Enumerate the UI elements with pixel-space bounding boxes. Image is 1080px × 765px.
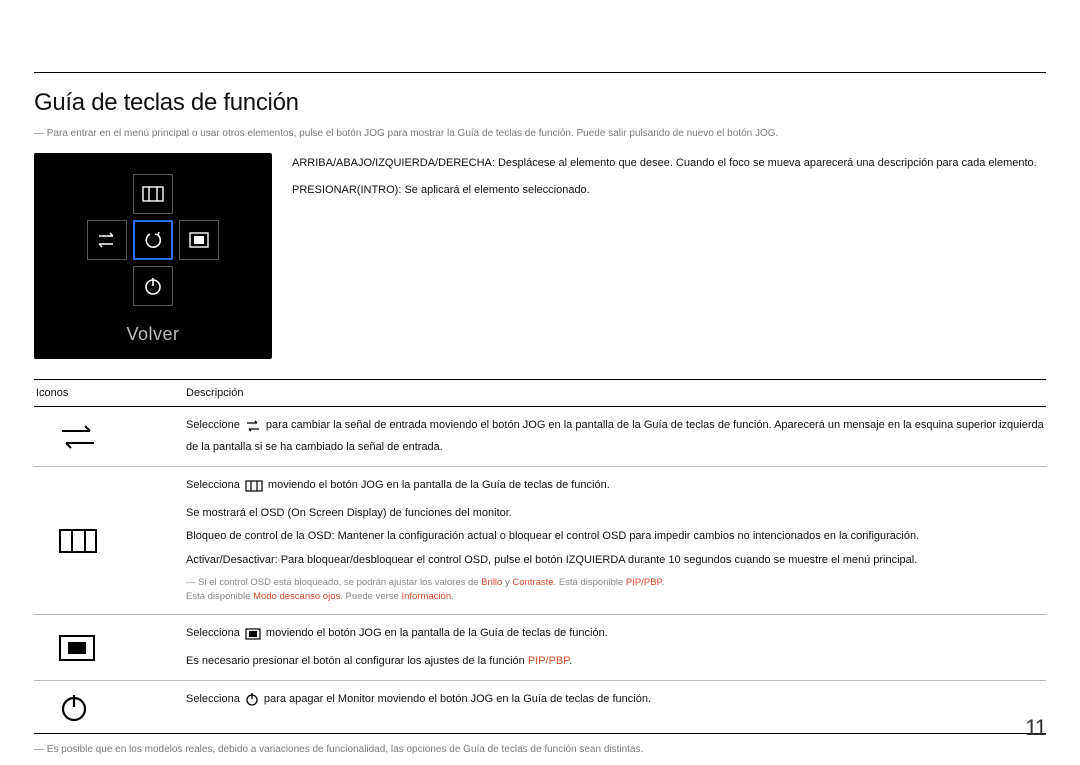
menu-bars-icon [245, 480, 263, 499]
menu-bars-icon [58, 527, 98, 555]
press-instruction: PRESIONAR(INTRO): Se aplicará el element… [292, 182, 1046, 199]
top-instructions: ARRIBA/ABAJO/IZQUIERDA/DERECHA: Despláce… [292, 153, 1046, 359]
osd-nav-down [133, 266, 173, 306]
table-row: Selecciona para apagar el Monitor movien… [34, 681, 1046, 734]
menu-bars-icon [142, 186, 164, 202]
osd-nav-up [133, 174, 173, 214]
row-icon-pip [34, 625, 184, 670]
row-power-text: Selecciona para apagar el Monitor movien… [186, 691, 1046, 713]
power-icon [245, 692, 259, 713]
source-swap-icon [96, 231, 118, 249]
row-menu-p2: Se mostrará el OSD (On Screen Display) d… [186, 505, 1046, 523]
nav-instruction: ARRIBA/ABAJO/IZQUIERDA/DERECHA: Despláce… [292, 155, 1046, 172]
osd-nav-right [179, 220, 219, 260]
row-pip-p1: Selecciona moviendo el botón JOG en la p… [186, 625, 1046, 647]
osd-preview: Volver [34, 153, 272, 359]
row-menu-p4: Activar/Desactivar: Para bloquear/desblo… [186, 552, 1046, 570]
table-row: Selecciona moviendo el botón JOG en la p… [34, 615, 1046, 681]
return-icon [142, 229, 164, 251]
row-icon-power [34, 691, 184, 723]
row-menu-p1: Selecciona moviendo el botón JOG en la p… [186, 477, 1046, 499]
power-icon [143, 276, 163, 296]
pip-icon [189, 232, 209, 248]
th-icons: Iconos [34, 387, 184, 399]
osd-center-return [133, 220, 173, 260]
power-icon [58, 691, 90, 723]
row-source-text: Seleccione para cambiar la señal de entr… [186, 417, 1046, 456]
osd-label: Volver [126, 324, 179, 345]
source-swap-icon [245, 420, 261, 439]
row-pip-p2: Es necesario presionar el botón al confi… [186, 653, 1046, 671]
pip-icon [58, 634, 96, 662]
icon-description-table: Iconos Descripción Seleccione para cambi… [34, 379, 1046, 734]
pip-icon [245, 628, 261, 647]
row-icon-source [34, 417, 184, 456]
table-row: Selecciona moviendo el botón JOG en la p… [34, 467, 1046, 615]
row-menu-note: Si el control OSD está bloqueado, se pod… [186, 576, 1046, 605]
footer-note: Es posible que en los modelos reales, de… [34, 744, 1046, 755]
row-icon-menu [34, 477, 184, 604]
osd-nav-left [87, 220, 127, 260]
source-swap-icon [58, 423, 98, 451]
page-number: 11 [1025, 715, 1046, 741]
table-row: Seleccione para cambiar la señal de entr… [34, 407, 1046, 467]
intro-note: Para entrar en el menú principal o usar … [34, 127, 1046, 141]
page-title: Guía de teclas de función [34, 89, 1046, 117]
row-menu-p3: Bloqueo de control de la OSD: Mantener l… [186, 528, 1046, 546]
th-desc: Descripción [184, 387, 1046, 399]
